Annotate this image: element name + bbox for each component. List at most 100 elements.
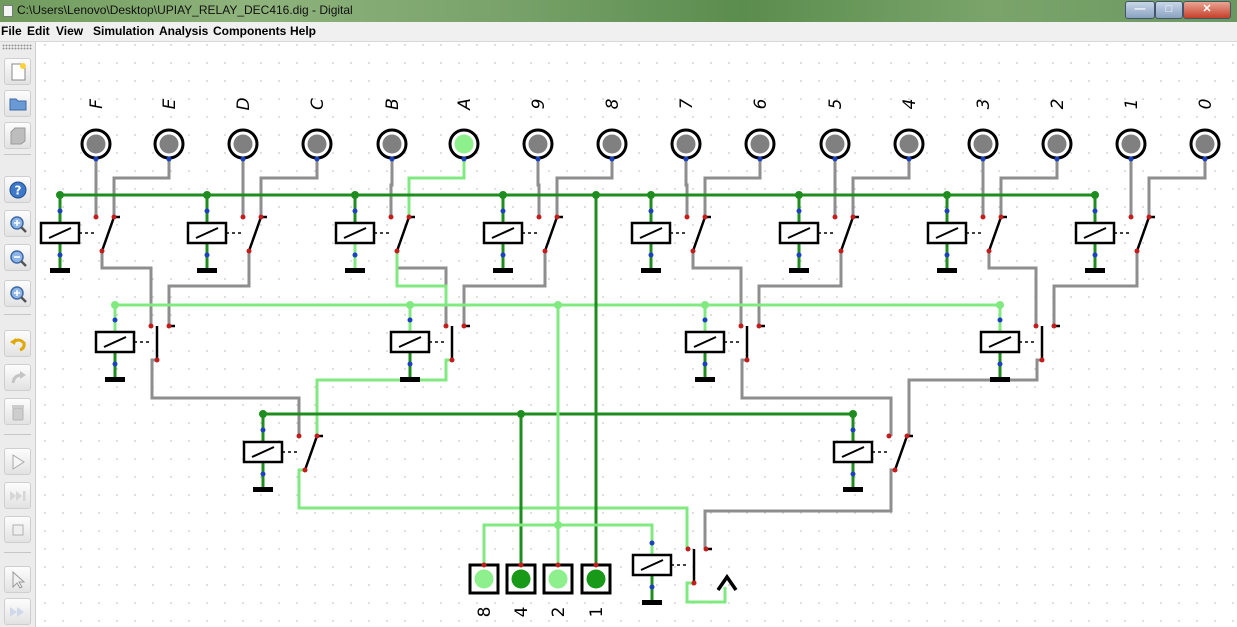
pin-in [500, 208, 506, 214]
pin-common [1134, 248, 1140, 254]
output-led-pin [93, 156, 99, 162]
redo-button[interactable] [4, 364, 31, 391]
pointer-icon [12, 570, 25, 589]
wire-junction [499, 191, 507, 199]
wire-junction [1091, 191, 1099, 199]
input-switch-pin [555, 562, 561, 568]
ground-symbol [843, 487, 863, 492]
undo-button[interactable] [4, 330, 31, 357]
menu-edit[interactable]: Edit [27, 24, 50, 38]
pin-common [690, 248, 696, 254]
input-label: 8 [475, 607, 495, 618]
close-button[interactable]: ✕ [1183, 1, 1231, 19]
output-label: 2 [1048, 99, 1068, 110]
menu-file[interactable]: File [1, 24, 22, 38]
select-button[interactable] [4, 566, 31, 593]
pin-in [1092, 208, 1098, 214]
menu-components[interactable]: Components [213, 24, 286, 38]
wire [389, 159, 394, 217]
output-label: 1 [1122, 99, 1142, 110]
title-bar: C:\Users\Lenovo\Desktop\UPIAY_RELAY_DEC4… [0, 0, 1237, 22]
menu-help[interactable]: Help [290, 24, 316, 38]
zoom-in-button[interactable] [4, 210, 31, 237]
ground-symbol [253, 487, 273, 492]
output-led-pin [906, 156, 912, 162]
input-switch: 1 [580, 562, 612, 618]
output-led-pin [609, 156, 615, 162]
minimize-button[interactable]: — [1125, 1, 1155, 19]
output-label: 5 [826, 99, 846, 110]
pin-gnd [850, 471, 856, 477]
pin-common [246, 248, 252, 254]
pin-nc [296, 433, 302, 439]
output-led-pin [389, 156, 395, 162]
save-button[interactable] [4, 122, 31, 149]
app-icon [3, 5, 13, 17]
pin-in [997, 317, 1003, 323]
zoom-out-icon [9, 249, 27, 267]
pin-nc [443, 323, 449, 329]
pin-nc [980, 214, 986, 220]
input-switch-pin [481, 562, 487, 568]
stop-button[interactable] [4, 516, 31, 543]
pin-gnd [649, 584, 655, 590]
toolbar-separator [4, 154, 31, 155]
pin-common [838, 248, 844, 254]
menu-simulation[interactable]: Simulation [93, 24, 154, 38]
pin-common [154, 357, 160, 363]
pin-nc [685, 546, 691, 552]
pin-nc [240, 214, 246, 220]
pin-common [99, 248, 105, 254]
pin-no [461, 323, 467, 329]
zoom-out-button[interactable] [4, 244, 31, 271]
wire-junction [943, 191, 951, 199]
maximize-button[interactable]: □ [1155, 1, 1183, 19]
pin-gnd [112, 361, 118, 367]
wire-junction [592, 191, 600, 199]
ground-symbol [789, 268, 809, 273]
wire-junction [111, 301, 119, 309]
pin-common [691, 580, 697, 586]
toolbar-grip[interactable] [2, 44, 32, 50]
ground-symbol [695, 377, 715, 382]
circuit-canvas[interactable]: F E D C B A 9 8 7 6 5 4 3 2 1 0 8 4 2 1 [36, 42, 1237, 627]
pin-in [648, 208, 654, 214]
output-led-pin [166, 156, 172, 162]
redo-icon [11, 370, 26, 383]
pin-no [406, 214, 412, 220]
pin-no [703, 546, 709, 552]
pin-gnd [1092, 252, 1098, 258]
pin-no [314, 433, 320, 439]
output-led-pin [1128, 156, 1134, 162]
new-file-button[interactable] [4, 58, 31, 85]
pin-no [702, 214, 708, 220]
fast-forward-button[interactable] [4, 598, 31, 625]
pin-no [756, 323, 762, 329]
open-button[interactable] [4, 90, 31, 117]
help-icon: ? [9, 181, 26, 198]
wire [684, 159, 689, 217]
input-label: 1 [587, 607, 607, 618]
zoom-fit-button[interactable] [4, 280, 31, 307]
output-led-pin [535, 156, 541, 162]
output-led-pin [314, 156, 320, 162]
pin-common [986, 248, 992, 254]
run-button[interactable] [4, 448, 31, 475]
pin-gnd [57, 252, 63, 258]
new-file-icon [11, 62, 26, 80]
help-button[interactable]: ? [4, 176, 31, 203]
pin-no [111, 214, 117, 220]
pin-gnd [648, 252, 654, 258]
delete-button[interactable] [4, 398, 31, 425]
pin-in [57, 208, 63, 214]
output-led-pin [1202, 156, 1208, 162]
pin-in [944, 208, 950, 214]
menu-view[interactable]: View [56, 24, 83, 38]
menu-analysis[interactable]: Analysis [159, 24, 208, 38]
step-button[interactable] [4, 482, 31, 509]
pin-common [1039, 357, 1045, 363]
wire-junction [203, 191, 211, 199]
output-led-lamp [86, 134, 106, 154]
ground-symbol [642, 600, 662, 605]
pin-nc [93, 214, 99, 220]
